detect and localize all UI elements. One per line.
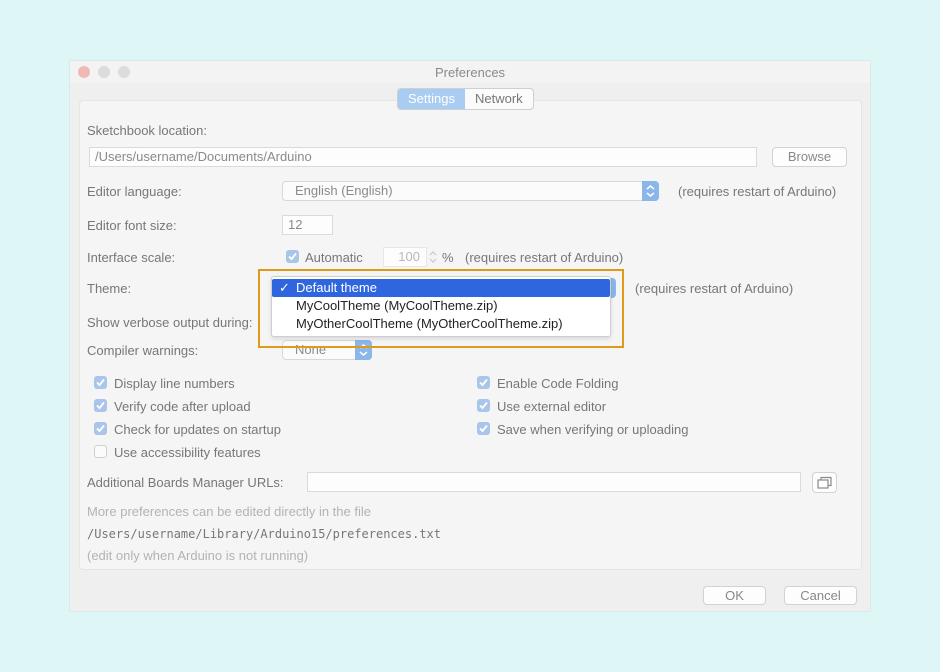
boards-manager-urls-input[interactable] [307,472,801,492]
edit-urls-button[interactable] [812,472,837,493]
editor-language-label: Editor language: [87,184,182,199]
boards-manager-urls-label: Additional Boards Manager URLs: [87,475,284,490]
browse-button[interactable]: Browse [772,147,847,167]
theme-dropdown-menu: ✓ Default theme MyCoolTheme (MyCoolTheme… [271,276,611,337]
checkmark-icon [288,252,297,261]
checkmark-icon [96,401,105,410]
theme-option-default[interactable]: ✓ Default theme [272,279,610,297]
editor-language-select[interactable]: English (English) [282,181,659,201]
enable-code-folding-label: Enable Code Folding [497,376,619,391]
display-line-numbers-label: Display line numbers [114,376,235,391]
display-line-numbers-checkbox[interactable] [94,376,107,389]
theme-option-label: MyOtherCoolTheme (MyOtherCoolTheme.zip) [296,316,563,331]
preferences-file-path: /Users/username/Library/Arduino15/prefer… [87,527,442,541]
theme-option-mycooltheme[interactable]: MyCoolTheme (MyCoolTheme.zip) [272,297,610,315]
verify-code-after-upload-label: Verify code after upload [114,399,251,414]
checkmark-icon [96,378,105,387]
use-accessibility-features-label: Use accessibility features [114,445,261,460]
title-bar: Preferences [70,61,870,83]
automatic-scale-label: Automatic [305,250,363,265]
editor-language-value: English (English) [295,183,393,198]
scale-percent-unit: % [442,250,454,265]
sketchbook-location-input[interactable]: /Users/username/Documents/Arduino [89,147,757,167]
use-accessibility-features-checkbox[interactable] [94,445,107,458]
cancel-button[interactable]: Cancel [784,586,857,605]
stepper-icon[interactable] [428,249,438,270]
save-when-verifying-checkbox[interactable] [477,422,490,435]
window-stack-icon [816,476,832,489]
checkmark-icon [479,378,488,387]
ok-button[interactable]: OK [703,586,766,605]
more-preferences-note: More preferences can be edited directly … [87,504,371,519]
tab-network[interactable]: Network [465,89,533,109]
use-external-editor-checkbox[interactable] [477,399,490,412]
editor-font-size-input[interactable]: 12 [282,215,333,235]
tab-settings[interactable]: Settings [398,89,465,109]
use-external-editor-label: Use external editor [497,399,607,414]
edit-only-note: (edit only when Arduino is not running) [87,548,309,563]
verify-code-after-upload-checkbox[interactable] [94,399,107,412]
checkmark-icon [96,424,105,433]
compiler-warnings-label: Compiler warnings: [87,343,199,358]
enable-code-folding-checkbox[interactable] [477,376,490,389]
interface-scale-input[interactable]: 100 [383,247,427,267]
checkmark-icon: ✓ [279,280,290,295]
chevron-updown-icon [642,181,659,201]
theme-note: (requires restart of Arduino) [635,281,794,296]
theme-option-label: MyCoolTheme (MyCoolTheme.zip) [296,298,498,313]
interface-scale-label: Interface scale: [87,250,176,265]
theme-option-myothercooltheme[interactable]: MyOtherCoolTheme (MyOtherCoolTheme.zip) [272,315,610,333]
interface-scale-note: (requires restart of Arduino) [465,250,624,265]
compiler-warnings-select[interactable]: None [282,340,372,360]
checkmark-icon [479,401,488,410]
editor-font-size-label: Editor font size: [87,218,177,233]
save-when-verifying-label: Save when verifying or uploading [497,422,689,437]
editor-language-note: (requires restart of Arduino) [678,184,837,199]
check-for-updates-checkbox[interactable] [94,422,107,435]
theme-label: Theme: [87,281,132,296]
window-title: Preferences [434,65,506,80]
chevron-updown-icon [355,340,372,360]
automatic-scale-checkbox[interactable] [286,250,299,263]
checkmark-icon [479,424,488,433]
verbose-output-label: Show verbose output during: [87,315,253,330]
theme-option-label: Default theme [296,280,377,295]
tab-bar: Settings Network [397,88,534,110]
sketchbook-location-label: Sketchbook location: [87,123,207,138]
check-for-updates-label: Check for updates on startup [114,422,281,437]
compiler-warnings-value: None [295,342,327,357]
